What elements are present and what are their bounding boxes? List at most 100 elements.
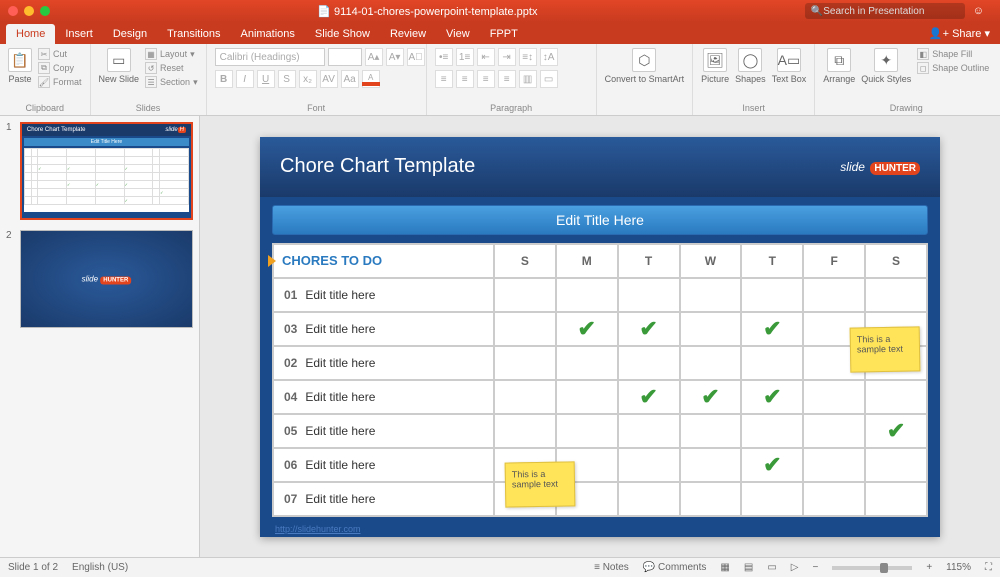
zoom-slider[interactable] <box>832 566 912 570</box>
chore-cell[interactable] <box>741 414 803 448</box>
columns-button[interactable]: ▥ <box>519 70 537 88</box>
align-left-button[interactable]: ≡ <box>435 70 453 88</box>
sticky-note-1[interactable]: This is a sample text <box>850 326 921 372</box>
indent-inc-button[interactable]: ⇥ <box>498 48 516 66</box>
chore-cell[interactable] <box>803 278 865 312</box>
chore-cell[interactable] <box>494 278 556 312</box>
chore-cell[interactable]: ✔ <box>865 414 927 448</box>
chore-row[interactable]: 07Edit title here <box>273 482 494 516</box>
section-button[interactable]: ☰Section ▾ <box>145 76 198 88</box>
font-color-button[interactable]: A <box>362 70 380 88</box>
indent-dec-button[interactable]: ⇤ <box>477 48 495 66</box>
checkmark-icon[interactable]: ✔ <box>763 384 781 409</box>
increase-font-button[interactable]: A▴ <box>365 48 383 66</box>
chore-cell[interactable] <box>680 312 742 346</box>
notes-button[interactable]: ≡ Notes <box>594 562 629 573</box>
share-button[interactable]: 👤+ Share ▾ <box>919 23 1000 44</box>
chore-cell[interactable] <box>680 414 742 448</box>
feedback-icon[interactable]: ☺ <box>973 5 984 17</box>
format-painter-button[interactable]: 🖌Format <box>38 76 82 88</box>
minimize-icon[interactable] <box>24 6 34 16</box>
sorter-view-button[interactable]: ▤ <box>744 562 753 573</box>
justify-button[interactable]: ≡ <box>498 70 516 88</box>
clear-format-button[interactable]: A⃠ <box>407 48 425 66</box>
underline-button[interactable]: U <box>257 70 275 88</box>
text-direction-button[interactable]: ↕A <box>540 48 558 66</box>
shapes-button[interactable]: ◯Shapes <box>735 48 766 84</box>
chore-cell[interactable] <box>556 346 618 380</box>
slide-thumbnail-1[interactable]: Chore Chart TemplateslideH Edit Title He… <box>20 122 193 220</box>
reset-button[interactable]: ↺Reset <box>145 62 198 74</box>
chore-cell[interactable] <box>803 482 865 516</box>
checkmark-icon[interactable]: ✔ <box>887 418 905 443</box>
chore-cell[interactable]: ✔ <box>741 380 803 414</box>
bold-button[interactable]: B <box>215 70 233 88</box>
chore-cell[interactable] <box>680 448 742 482</box>
reading-view-button[interactable]: ▭ <box>767 562 776 573</box>
tab-slideshow[interactable]: Slide Show <box>305 24 380 44</box>
case-button[interactable]: Aa <box>341 70 359 88</box>
chore-cell[interactable] <box>618 482 680 516</box>
zoom-out-button[interactable]: − <box>812 562 818 573</box>
chore-cell[interactable] <box>494 312 556 346</box>
chore-row[interactable]: 05Edit title here <box>273 414 494 448</box>
shape-outline-button[interactable]: ◻Shape Outline <box>917 62 989 74</box>
tab-fppt[interactable]: FPPT <box>480 24 528 44</box>
checkmark-icon[interactable]: ✔ <box>763 316 781 341</box>
italic-button[interactable]: I <box>236 70 254 88</box>
chore-cell[interactable] <box>803 414 865 448</box>
chore-cell[interactable] <box>618 278 680 312</box>
chore-row[interactable]: 02Edit title here <box>273 346 494 380</box>
chore-cell[interactable] <box>803 380 865 414</box>
font-size-select[interactable] <box>328 48 362 66</box>
chore-cell[interactable] <box>741 346 803 380</box>
chore-cell[interactable] <box>680 346 742 380</box>
chore-cell[interactable] <box>556 380 618 414</box>
decrease-font-button[interactable]: A▾ <box>386 48 404 66</box>
chore-cell[interactable] <box>494 414 556 448</box>
chore-cell[interactable]: ✔ <box>556 312 618 346</box>
checkmark-icon[interactable]: ✔ <box>639 384 657 409</box>
tab-view[interactable]: View <box>436 24 480 44</box>
checkmark-icon[interactable]: ✔ <box>763 452 781 477</box>
cut-button[interactable]: ✂Cut <box>38 48 82 60</box>
chore-cell[interactable]: ✔ <box>741 312 803 346</box>
chore-cell[interactable]: ✔ <box>618 312 680 346</box>
paste-button[interactable]: 📋Paste <box>8 48 32 84</box>
chore-cell[interactable] <box>680 482 742 516</box>
chore-cell[interactable] <box>618 448 680 482</box>
slide-title[interactable]: Chore Chart Template <box>280 155 475 178</box>
chore-cell[interactable] <box>803 448 865 482</box>
sticky-note-2[interactable]: This is a sample text <box>505 461 576 507</box>
chore-row[interactable]: 06Edit title here <box>273 448 494 482</box>
chore-cell[interactable] <box>865 482 927 516</box>
strike-button[interactable]: S <box>278 70 296 88</box>
arrange-button[interactable]: ⧉Arrange <box>823 48 855 84</box>
font-family-select[interactable]: Calibri (Headings) <box>215 48 325 66</box>
search-input[interactable]: 🔍 Search in Presentation <box>805 3 965 19</box>
slide[interactable]: Chore Chart Template slide HUNTER Edit T… <box>260 137 940 537</box>
tab-review[interactable]: Review <box>380 24 436 44</box>
checkmark-icon[interactable]: ✔ <box>578 316 596 341</box>
align-center-button[interactable]: ≡ <box>456 70 474 88</box>
chore-cell[interactable] <box>494 380 556 414</box>
textbox-button[interactable]: A▭Text Box <box>772 48 807 84</box>
tab-home[interactable]: Home <box>6 24 55 44</box>
align-right-button[interactable]: ≡ <box>477 70 495 88</box>
chore-row[interactable]: 04Edit title here <box>273 380 494 414</box>
chore-cell[interactable] <box>865 278 927 312</box>
chore-row[interactable]: 03Edit title here <box>273 312 494 346</box>
chore-cell[interactable] <box>741 278 803 312</box>
chore-cell[interactable] <box>741 482 803 516</box>
new-slide-button[interactable]: ▭New Slide <box>99 48 140 84</box>
tab-animations[interactable]: Animations <box>231 24 305 44</box>
slide-subtitle[interactable]: Edit Title Here <box>272 205 928 235</box>
zoom-in-button[interactable]: + <box>926 562 932 573</box>
shadow-button[interactable]: x₂ <box>299 70 317 88</box>
chore-cell[interactable] <box>618 414 680 448</box>
hyperlink[interactable]: http://slidehunter.com <box>275 524 361 534</box>
bullets-button[interactable]: •≡ <box>435 48 453 66</box>
comments-button[interactable]: 💬 Comments <box>643 562 707 573</box>
chore-cell[interactable] <box>556 414 618 448</box>
line-spacing-button[interactable]: ≡↕ <box>519 48 537 66</box>
